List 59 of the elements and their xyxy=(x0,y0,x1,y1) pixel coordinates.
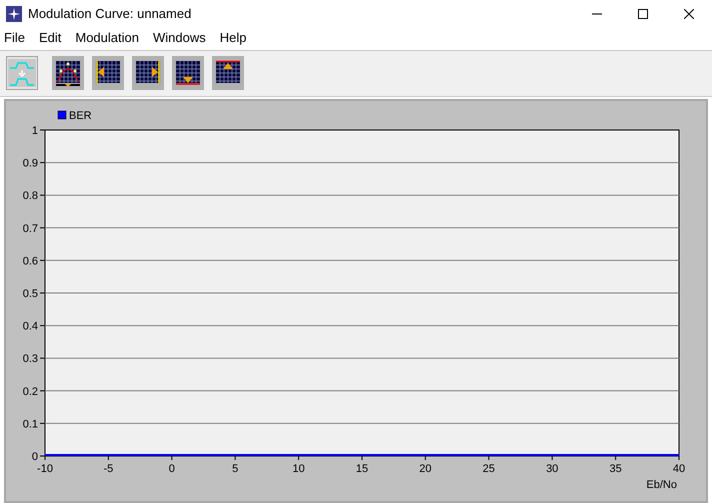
curve-icon xyxy=(53,58,83,88)
y-tick-label: 0.6 xyxy=(22,255,38,268)
y-tick-label: 0.9 xyxy=(22,158,38,170)
toolbar-button[interactable] xyxy=(52,56,84,90)
toolbar-button[interactable] xyxy=(172,56,204,90)
x-tick-label: 0 xyxy=(168,463,175,475)
tick-mark xyxy=(615,456,616,460)
close-icon xyxy=(684,9,694,19)
maximize-icon xyxy=(638,9,648,19)
x-tick-label: -10 xyxy=(37,463,53,475)
x-axis-label: Eb/No xyxy=(646,479,677,491)
toolbar-button[interactable] xyxy=(132,56,164,90)
x-tick-label: 25 xyxy=(482,463,495,475)
tick-mark xyxy=(40,358,46,359)
y-tick-label: 0 xyxy=(32,451,38,463)
tick-mark xyxy=(108,456,109,460)
y-tick-label: 0.8 xyxy=(22,190,38,202)
tick-mark xyxy=(40,260,46,261)
y-tick-label: 0.5 xyxy=(22,288,38,300)
tick-mark xyxy=(40,227,46,228)
tick-mark xyxy=(678,456,680,460)
tick-mark xyxy=(40,292,46,294)
tick-mark xyxy=(40,390,46,392)
x-tick-label: 20 xyxy=(419,463,432,475)
x-tick-label: 10 xyxy=(292,463,305,475)
menu-item[interactable]: File xyxy=(4,28,25,48)
tick-mark xyxy=(40,162,46,164)
menu-item[interactable]: Modulation xyxy=(75,28,139,48)
y-tick-label: 0.3 xyxy=(22,353,38,366)
tick-mark xyxy=(40,194,46,196)
y-tick-label: 1 xyxy=(32,125,38,137)
y-tick-label: 0.1 xyxy=(22,418,38,430)
menu-item[interactable]: Edit xyxy=(38,28,62,48)
tick-mark xyxy=(552,456,553,460)
x-tick-label: -5 xyxy=(104,463,114,475)
app-icon xyxy=(6,6,22,22)
y-tick-label: 0.4 xyxy=(22,320,38,333)
tick-mark xyxy=(40,325,46,326)
x-tick-label: 40 xyxy=(672,463,686,475)
tick-mark xyxy=(234,456,236,460)
menu-item[interactable]: Windows xyxy=(152,28,206,48)
tick-mark xyxy=(488,456,490,460)
transfer-icon xyxy=(7,58,37,88)
toolbar-button[interactable] xyxy=(212,56,244,90)
x-tick-label: 35 xyxy=(609,463,622,475)
y-tick-label: 0.7 xyxy=(22,222,38,235)
tick-mark xyxy=(298,456,300,460)
x-tick-label: 5 xyxy=(232,463,238,475)
tick-mark xyxy=(424,456,426,460)
x-tick-label: 15 xyxy=(356,463,368,475)
y-tick-label: 0.2 xyxy=(22,386,38,398)
tick-mark xyxy=(171,456,172,460)
menu-item[interactable]: Help xyxy=(220,28,246,48)
x-tick-label: 30 xyxy=(546,463,558,475)
legend-swatch xyxy=(58,110,66,120)
legend-label: BER xyxy=(69,110,92,122)
tick-mark xyxy=(40,422,46,424)
toolbar-button[interactable] xyxy=(92,56,124,90)
window-title: Modulation Curve: unnamed xyxy=(28,5,192,24)
